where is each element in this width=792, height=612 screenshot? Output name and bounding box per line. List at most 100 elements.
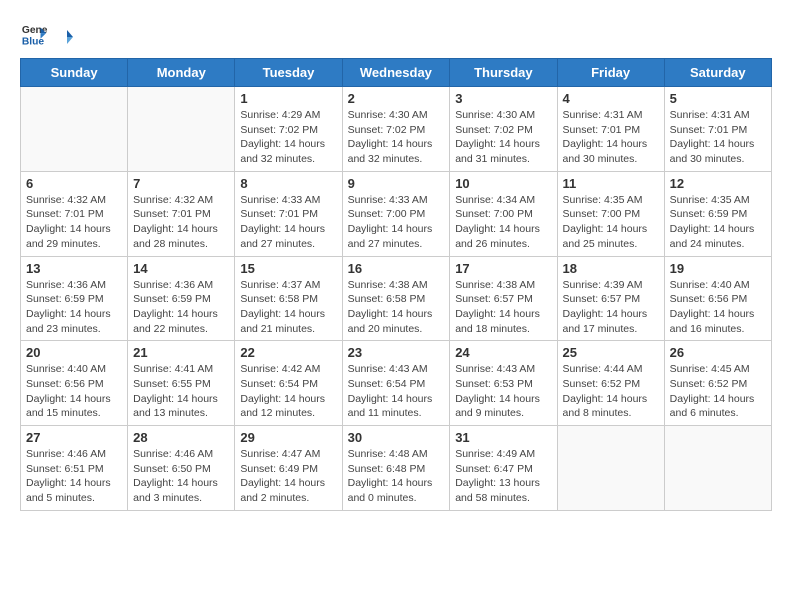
weekday-header-friday: Friday [557, 59, 664, 87]
day-number: 21 [133, 345, 229, 360]
day-cell: 4 Sunrise: 4:31 AMSunset: 7:01 PMDaylight… [557, 87, 664, 172]
day-number: 2 [348, 91, 445, 106]
day-number: 15 [240, 261, 336, 276]
day-info: Sunrise: 4:40 AMSunset: 6:56 PMDaylight:… [670, 278, 766, 337]
day-cell: 24 Sunrise: 4:43 AMSunset: 6:53 PMDayligh… [450, 341, 557, 426]
day-info: Sunrise: 4:42 AMSunset: 6:54 PMDaylight:… [240, 362, 336, 421]
logo: General Blue [20, 20, 76, 48]
day-cell: 2 Sunrise: 4:30 AMSunset: 7:02 PMDaylight… [342, 87, 450, 172]
day-cell [557, 426, 664, 511]
day-number: 17 [455, 261, 551, 276]
day-cell: 29Sunrise: 4:47 AMSunset: 6:49 PMDayligh… [235, 426, 342, 511]
day-info: Sunrise: 4:33 AMSunset: 7:00 PMDaylight:… [348, 193, 445, 252]
day-info: Sunrise: 4:44 AMSunset: 6:52 PMDaylight:… [563, 362, 659, 421]
day-number: 24 [455, 345, 551, 360]
weekday-header-tuesday: Tuesday [235, 59, 342, 87]
day-info: Sunrise: 4:30 AMSunset: 7:02 PMDaylight:… [348, 108, 445, 167]
day-cell [128, 87, 235, 172]
day-cell: 5Sunrise: 4:31 AMSunset: 7:01 PMDaylight… [664, 87, 771, 172]
day-number: 11 [563, 176, 659, 191]
weekday-header-wednesday: Wednesday [342, 59, 450, 87]
day-number: 30 [348, 430, 445, 445]
day-cell: 7 Sunrise: 4:32 AMSunset: 7:01 PMDaylight… [128, 171, 235, 256]
day-number: 3 [455, 91, 551, 106]
logo-icon: General Blue [20, 20, 48, 48]
day-number: 20 [26, 345, 122, 360]
day-number: 19 [670, 261, 766, 276]
day-cell: 16 Sunrise: 4:38 AMSunset: 6:58 PMDayligh… [342, 256, 450, 341]
week-row-2: 6 Sunrise: 4:32 AMSunset: 7:01 PMDaylight… [21, 171, 772, 256]
day-cell: 12Sunrise: 4:35 AMSunset: 6:59 PMDayligh… [664, 171, 771, 256]
day-cell: 1Sunrise: 4:29 AMSunset: 7:02 PMDaylight… [235, 87, 342, 172]
day-number: 18 [563, 261, 659, 276]
day-info: Sunrise: 4:41 AMSunset: 6:55 PMDaylight:… [133, 362, 229, 421]
calendar-table: SundayMondayTuesdayWednesdayThursdayFrid… [20, 58, 772, 511]
weekday-header-monday: Monday [128, 59, 235, 87]
day-info: Sunrise: 4:32 AMSunset: 7:01 PMDaylight:… [26, 193, 122, 252]
day-info: Sunrise: 4:35 AMSunset: 6:59 PMDaylight:… [670, 193, 766, 252]
day-number: 5 [670, 91, 766, 106]
day-info: Sunrise: 4:36 AMSunset: 6:59 PMDaylight:… [133, 278, 229, 337]
day-cell: 17 Sunrise: 4:38 AMSunset: 6:57 PMDayligh… [450, 256, 557, 341]
day-cell: 6 Sunrise: 4:32 AMSunset: 7:01 PMDaylight… [21, 171, 128, 256]
day-number: 31 [455, 430, 551, 445]
day-cell: 28 Sunrise: 4:46 AMSunset: 6:50 PMDayligh… [128, 426, 235, 511]
day-number: 10 [455, 176, 551, 191]
day-number: 7 [133, 176, 229, 191]
day-cell: 14 Sunrise: 4:36 AMSunset: 6:59 PMDayligh… [128, 256, 235, 341]
day-number: 6 [26, 176, 122, 191]
day-number: 23 [348, 345, 445, 360]
day-cell: 20 Sunrise: 4:40 AMSunset: 6:56 PMDayligh… [21, 341, 128, 426]
day-info: Sunrise: 4:48 AMSunset: 6:48 PMDaylight:… [348, 447, 445, 506]
day-info: Sunrise: 4:38 AMSunset: 6:58 PMDaylight:… [348, 278, 445, 337]
calendar-body: 1Sunrise: 4:29 AMSunset: 7:02 PMDaylight… [21, 87, 772, 511]
day-number: 4 [563, 91, 659, 106]
week-row-4: 20 Sunrise: 4:40 AMSunset: 6:56 PMDayligh… [21, 341, 772, 426]
day-cell: 18Sunrise: 4:39 AMSunset: 6:57 PMDayligh… [557, 256, 664, 341]
weekday-header-row: SundayMondayTuesdayWednesdayThursdayFrid… [21, 59, 772, 87]
logo-shape [53, 26, 75, 48]
day-cell: 26 Sunrise: 4:45 AMSunset: 6:52 PMDayligh… [664, 341, 771, 426]
weekday-header-sunday: Sunday [21, 59, 128, 87]
day-info: Sunrise: 4:43 AMSunset: 6:53 PMDaylight:… [455, 362, 551, 421]
day-cell: 11 Sunrise: 4:35 AMSunset: 7:00 PMDayligh… [557, 171, 664, 256]
day-info: Sunrise: 4:32 AMSunset: 7:01 PMDaylight:… [133, 193, 229, 252]
day-info: Sunrise: 4:46 AMSunset: 6:51 PMDaylight:… [26, 447, 122, 506]
day-info: Sunrise: 4:35 AMSunset: 7:00 PMDaylight:… [563, 193, 659, 252]
day-cell: 22Sunrise: 4:42 AMSunset: 6:54 PMDayligh… [235, 341, 342, 426]
week-row-1: 1Sunrise: 4:29 AMSunset: 7:02 PMDaylight… [21, 87, 772, 172]
day-cell [664, 426, 771, 511]
day-cell: 31 Sunrise: 4:49 AMSunset: 6:47 PMDayligh… [450, 426, 557, 511]
day-info: Sunrise: 4:36 AMSunset: 6:59 PMDaylight:… [26, 278, 122, 337]
day-cell: 13 Sunrise: 4:36 AMSunset: 6:59 PMDayligh… [21, 256, 128, 341]
day-info: Sunrise: 4:47 AMSunset: 6:49 PMDaylight:… [240, 447, 336, 506]
day-number: 8 [240, 176, 336, 191]
day-number: 25 [563, 345, 659, 360]
day-info: Sunrise: 4:49 AMSunset: 6:47 PMDaylight:… [455, 447, 551, 506]
day-info: Sunrise: 4:46 AMSunset: 6:50 PMDaylight:… [133, 447, 229, 506]
day-number: 28 [133, 430, 229, 445]
page-header: General Blue [20, 20, 772, 48]
day-cell [21, 87, 128, 172]
day-cell: 15Sunrise: 4:37 AMSunset: 6:58 PMDayligh… [235, 256, 342, 341]
day-cell: 23 Sunrise: 4:43 AMSunset: 6:54 PMDayligh… [342, 341, 450, 426]
day-cell: 27 Sunrise: 4:46 AMSunset: 6:51 PMDayligh… [21, 426, 128, 511]
day-number: 9 [348, 176, 445, 191]
day-info: Sunrise: 4:40 AMSunset: 6:56 PMDaylight:… [26, 362, 122, 421]
weekday-header-thursday: Thursday [450, 59, 557, 87]
day-info: Sunrise: 4:45 AMSunset: 6:52 PMDaylight:… [670, 362, 766, 421]
day-number: 14 [133, 261, 229, 276]
day-cell: 19 Sunrise: 4:40 AMSunset: 6:56 PMDayligh… [664, 256, 771, 341]
day-info: Sunrise: 4:29 AMSunset: 7:02 PMDaylight:… [240, 108, 336, 167]
day-number: 26 [670, 345, 766, 360]
day-info: Sunrise: 4:31 AMSunset: 7:01 PMDaylight:… [563, 108, 659, 167]
week-row-5: 27 Sunrise: 4:46 AMSunset: 6:51 PMDayligh… [21, 426, 772, 511]
day-number: 27 [26, 430, 122, 445]
day-cell: 9 Sunrise: 4:33 AMSunset: 7:00 PMDaylight… [342, 171, 450, 256]
day-info: Sunrise: 4:43 AMSunset: 6:54 PMDaylight:… [348, 362, 445, 421]
day-cell: 3Sunrise: 4:30 AMSunset: 7:02 PMDaylight… [450, 87, 557, 172]
day-number: 16 [348, 261, 445, 276]
day-number: 13 [26, 261, 122, 276]
day-info: Sunrise: 4:38 AMSunset: 6:57 PMDaylight:… [455, 278, 551, 337]
day-info: Sunrise: 4:34 AMSunset: 7:00 PMDaylight:… [455, 193, 551, 252]
